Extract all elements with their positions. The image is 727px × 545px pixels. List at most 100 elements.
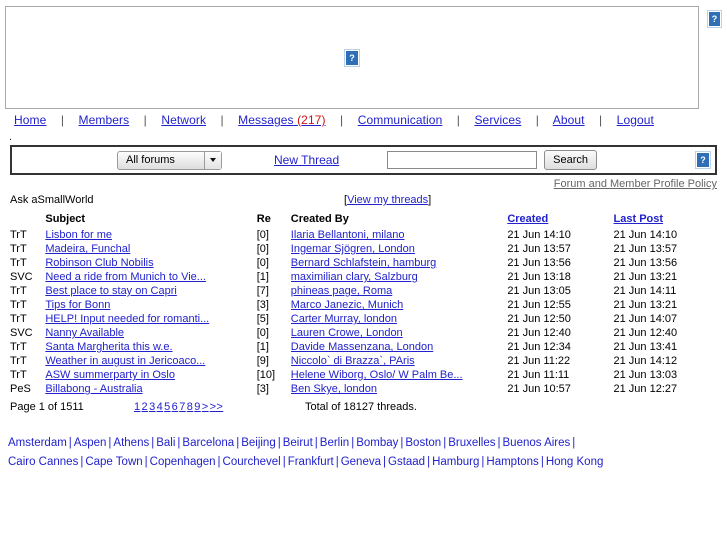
thread-author[interactable]: Ben Skye, london [291,382,508,396]
thread-author-link[interactable]: Lauren Crowe, London [291,327,403,339]
city-link-hamptons[interactable]: Hamptons [486,456,538,468]
page-link-2[interactable]: 2 [142,401,149,413]
nav-item-members[interactable]: Members [79,113,130,127]
thread-subject-link[interactable]: Madeira, Funchal [45,243,130,255]
thread-author-link[interactable]: phineas page, Roma [291,285,393,297]
thread-author-link[interactable]: Ingemar Sjögren, London [291,243,415,255]
thread-subject[interactable]: Madeira, Funchal [45,242,256,256]
thread-author-link[interactable]: Marco Janezic, Munich [291,299,404,311]
nav-item-communication[interactable]: Communication [358,113,443,127]
thread-author-link[interactable]: Ben Skye, london [291,383,377,395]
column-header-last-post[interactable]: Last Post [614,211,727,228]
thread-subject-link[interactable]: Tips for Bonn [45,299,110,311]
city-link-bombay[interactable]: Bombay [356,437,398,449]
thread-author[interactable]: Lauren Crowe, London [291,326,508,340]
thread-author[interactable]: maximilian clary, Salzburg [291,270,508,284]
search-input[interactable] [387,151,538,169]
city-link-boston[interactable]: Boston [405,437,441,449]
thread-author-link[interactable]: maximilian clary, Salzburg [291,271,418,283]
city-link-bali[interactable]: Bali [156,437,175,449]
thread-subject[interactable]: Best place to stay on Capri [45,284,256,298]
nav-item-home[interactable]: Home [14,113,46,127]
city-link-gstaad[interactable]: Gstaad [388,456,425,468]
thread-subject-link[interactable]: Billabong - Australia [45,383,142,395]
page-next-link[interactable]: > [202,401,209,413]
city-link-athens[interactable]: Athens [113,437,149,449]
thread-subject[interactable]: Santa Margherita this w.e. [45,340,256,354]
new-thread-link[interactable]: New Thread [274,153,339,167]
column-header-created[interactable]: Created [507,211,613,228]
nav-item-messages[interactable]: Messages (217) [238,113,325,127]
thread-author[interactable]: Carter Murray, london [291,312,508,326]
thread-author-link[interactable]: Davide Massenzana, London [291,341,433,353]
nav-item-network[interactable]: Network [161,113,206,127]
city-link-amsterdam[interactable]: Amsterdam [8,437,67,449]
nav-item-logout[interactable]: Logout [617,113,654,127]
thread-subject-link[interactable]: Best place to stay on Capri [45,285,176,297]
city-link-cairo-cannes[interactable]: Cairo Cannes [8,456,78,468]
city-link-beijing[interactable]: Beijing [241,437,276,449]
city-link-frankfurt[interactable]: Frankfurt [288,456,334,468]
thread-subject-link[interactable]: Santa Margherita this w.e. [45,341,172,353]
thread-subject-link[interactable]: Nanny Available [45,327,124,339]
thread-subject[interactable]: Tips for Bonn [45,298,256,312]
thread-author-link[interactable]: Helene Wiborg, Oslo/ W Palm Be... [291,369,463,381]
thread-subject[interactable]: Lisbon for me [45,228,256,242]
city-link-berlin[interactable]: Berlin [320,437,349,449]
thread-subject-link[interactable]: HELP! Input needed for romanti... [45,313,209,325]
thread-subject[interactable]: ASW summerparty in Oslo [45,368,256,382]
thread-author[interactable]: phineas page, Roma [291,284,508,298]
thread-author-link[interactable]: Carter Murray, london [291,313,397,325]
thread-subject[interactable]: Nanny Available [45,326,256,340]
page-link-6[interactable]: 6 [172,401,179,413]
thread-author-link[interactable]: Niccolo` di Brazza`, PAris [291,355,415,367]
search-button[interactable]: Search [544,150,598,170]
broken-image-icon[interactable] [707,10,722,28]
thread-author[interactable]: Marco Janezic, Munich [291,298,508,312]
city-link-barcelona[interactable]: Barcelona [182,437,234,449]
thread-subject[interactable]: Need a ride from Munich to Vie... [45,270,256,284]
chevron-down-icon[interactable] [204,151,221,169]
city-link-bruxelles[interactable]: Bruxelles [448,437,495,449]
thread-author[interactable]: Davide Massenzana, London [291,340,508,354]
thread-subject[interactable]: Billabong - Australia [45,382,256,396]
page-link-1[interactable]: 1 [134,401,141,413]
thread-subject[interactable]: Robinson Club Nobilis [45,256,256,270]
city-link-hong-kong[interactable]: Hong Kong [546,456,604,468]
forum-policy-link[interactable]: Forum and Member Profile Policy [554,178,717,190]
city-link-aspen[interactable]: Aspen [74,437,107,449]
page-link-5[interactable]: 5 [164,401,171,413]
thread-author[interactable]: Bernard Schlafstein, hamburg [291,256,508,270]
page-link-9[interactable]: 9 [194,401,201,413]
city-link-copenhagen[interactable]: Copenhagen [150,456,216,468]
thread-subject-link[interactable]: ASW summerparty in Oslo [45,369,175,381]
thread-author[interactable]: Niccolo` di Brazza`, PAris [291,354,508,368]
thread-author[interactable]: Ingemar Sjögren, London [291,242,508,256]
thread-author[interactable]: Ilaria Bellantoni, milano [291,228,508,242]
thread-author[interactable]: Helene Wiborg, Oslo/ W Palm Be... [291,368,508,382]
broken-image-icon[interactable] [695,151,712,169]
page-last-link[interactable]: >> [210,401,224,413]
sort-by-created-link[interactable]: Created [507,213,548,225]
page-link-4[interactable]: 4 [157,401,164,413]
city-link-courchevel[interactable]: Courchevel [223,456,281,468]
city-link-buenos-aires[interactable]: Buenos Aires [503,437,571,449]
city-link-hamburg[interactable]: Hamburg [432,456,479,468]
thread-subject-link[interactable]: Need a ride from Munich to Vie... [45,271,206,283]
thread-author-link[interactable]: Bernard Schlafstein, hamburg [291,257,437,269]
page-link-3[interactable]: 3 [149,401,156,413]
thread-subject[interactable]: Weather in august in Jericoaco... [45,354,256,368]
thread-subject[interactable]: HELP! Input needed for romanti... [45,312,256,326]
thread-author-link[interactable]: Ilaria Bellantoni, milano [291,229,405,241]
nav-item-about[interactable]: About [553,113,585,127]
thread-subject-link[interactable]: Lisbon for me [45,229,112,241]
thread-subject-link[interactable]: Robinson Club Nobilis [45,257,153,269]
sort-by-last-post-link[interactable]: Last Post [614,213,664,225]
thread-subject-link[interactable]: Weather in august in Jericoaco... [45,355,205,367]
forum-select-dropdown[interactable]: All forums [117,150,222,170]
view-my-threads-link[interactable]: View my threads [347,194,428,206]
nav-item-services[interactable]: Services [474,113,521,127]
city-link-beirut[interactable]: Beirut [283,437,313,449]
page-link-7[interactable]: 7 [179,401,186,413]
page-link-8[interactable]: 8 [187,401,194,413]
